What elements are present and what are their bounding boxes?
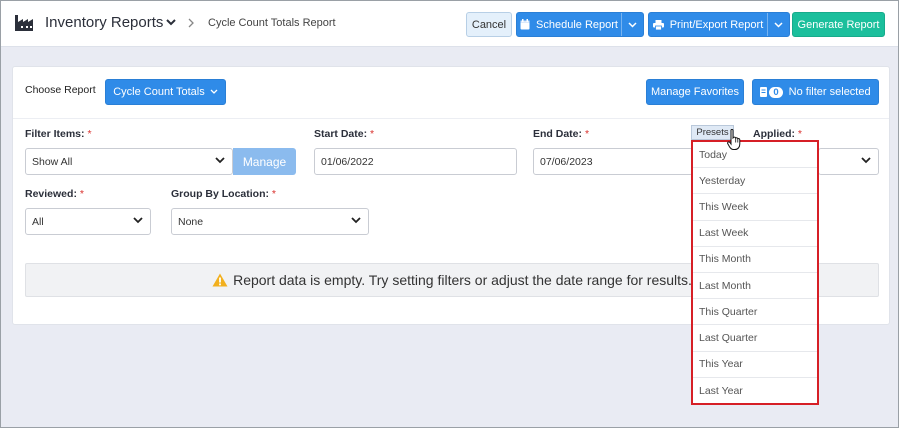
- reviewed-label: Reviewed: *: [25, 188, 84, 200]
- preset-item[interactable]: Last Week: [693, 221, 817, 247]
- chevron-down-icon: [861, 157, 871, 164]
- selected-report-label: Cycle Count Totals: [113, 86, 205, 98]
- manage-filter-items-button[interactable]: Manage: [233, 148, 296, 175]
- reviewed-select[interactable]: All: [25, 208, 151, 235]
- list-icon: [760, 87, 768, 97]
- start-date-input[interactable]: 01/06/2022: [314, 148, 517, 175]
- cancel-button[interactable]: Cancel: [466, 12, 512, 37]
- end-date-label-text: End Date:: [533, 128, 583, 140]
- start-date-value: 01/06/2022: [321, 155, 374, 168]
- manage-label: Manage: [242, 154, 287, 169]
- chevron-down-icon: [210, 89, 218, 94]
- required-mark: *: [370, 128, 375, 140]
- required-mark: *: [797, 128, 803, 140]
- preset-item[interactable]: Last Month: [693, 273, 817, 300]
- group-by-location-select[interactable]: None: [171, 208, 369, 235]
- factory-icon: [15, 15, 33, 31]
- reviewed-label-text: Reviewed:: [25, 188, 77, 200]
- filter-items-select[interactable]: Show All: [25, 148, 233, 175]
- schedule-report-label: Schedule Report: [536, 18, 618, 31]
- top-bar: Inventory Reports Cycle Count Totals Rep…: [1, 1, 898, 47]
- presets-label: Presets: [696, 127, 729, 138]
- start-date-label-text: Start Date:: [314, 128, 368, 140]
- preset-item[interactable]: Last Quarter: [693, 325, 817, 352]
- filter-count-badge: 0: [769, 86, 783, 98]
- alert-message: Report data is empty. Try setting filter…: [233, 272, 692, 288]
- choose-report-dropdown[interactable]: Cycle Count Totals: [105, 79, 226, 105]
- group-by-value: None: [178, 215, 204, 228]
- end-date-input[interactable]: 07/06/2023: [533, 148, 693, 175]
- preset-item[interactable]: Last Year: [693, 378, 817, 404]
- filter-status-button[interactable]: 0 No filter selected: [752, 79, 879, 105]
- print-export-button[interactable]: Print/Export Report: [648, 12, 790, 37]
- printer-icon: [652, 19, 664, 30]
- print-export-dropdown-toggle[interactable]: [767, 13, 789, 36]
- filter-items-label-text: Filter Items:: [25, 128, 85, 140]
- schedule-dropdown-toggle[interactable]: [621, 13, 643, 36]
- applied-label-text: Applied:: [753, 128, 795, 140]
- generate-report-label: Generate Report: [797, 18, 880, 31]
- preset-item[interactable]: Yesterday: [693, 168, 817, 195]
- preset-item[interactable]: This Month: [693, 247, 817, 273]
- end-date-value: 07/06/2023: [540, 155, 593, 168]
- chevron-down-icon: [351, 217, 361, 224]
- chevron-right-icon: [188, 18, 194, 28]
- print-export-label: Print/Export Report: [669, 18, 764, 31]
- group-by-location-label: Group By Location: *: [171, 188, 276, 200]
- chevron-down-icon: [774, 21, 783, 28]
- filter-items-value: Show All: [32, 155, 73, 168]
- warning-icon: [212, 273, 228, 287]
- presets-menu: Today Yesterday This Week Last Week This Mon…: [691, 140, 819, 405]
- manage-favorites-button[interactable]: Manage Favorites: [646, 79, 744, 105]
- schedule-report-button[interactable]: Schedule Report: [516, 12, 644, 37]
- start-date-label: Start Date: *: [314, 128, 374, 140]
- filter-items-label: Filter Items: *: [25, 128, 92, 140]
- hand-cursor-icon: [727, 129, 741, 150]
- page-title: Inventory Reports: [45, 14, 164, 31]
- generate-report-button[interactable]: Generate Report: [792, 12, 885, 37]
- preset-item[interactable]: Today: [693, 142, 817, 169]
- group-by-label-text: Group By Location:: [171, 188, 269, 200]
- preset-item[interactable]: This Year: [693, 352, 817, 378]
- breadcrumb: Cycle Count Totals Report: [208, 17, 336, 29]
- applied-label: Applied: *: [753, 128, 802, 140]
- preset-item[interactable]: This Week: [693, 194, 817, 221]
- end-date-label: End Date: *: [533, 128, 589, 140]
- chevron-down-icon: [215, 157, 225, 164]
- chevron-down-icon: [628, 21, 637, 28]
- reviewed-value: All: [32, 215, 44, 228]
- chevron-down-icon[interactable]: [165, 16, 177, 28]
- required-mark: *: [584, 128, 590, 140]
- cancel-button-label: Cancel: [471, 18, 507, 31]
- applied-select[interactable]: [818, 148, 879, 175]
- preset-item[interactable]: This Quarter: [693, 299, 817, 326]
- chevron-down-icon: [133, 217, 143, 224]
- required-mark: *: [271, 188, 277, 200]
- manage-favorites-label: Manage Favorites: [650, 86, 740, 98]
- divider: [13, 118, 889, 119]
- required-mark: *: [79, 188, 84, 200]
- required-mark: *: [87, 128, 92, 140]
- calendar-icon: [520, 19, 530, 30]
- choose-report-label: Choose Report: [25, 84, 96, 96]
- filter-status-label: No filter selected: [788, 86, 871, 98]
